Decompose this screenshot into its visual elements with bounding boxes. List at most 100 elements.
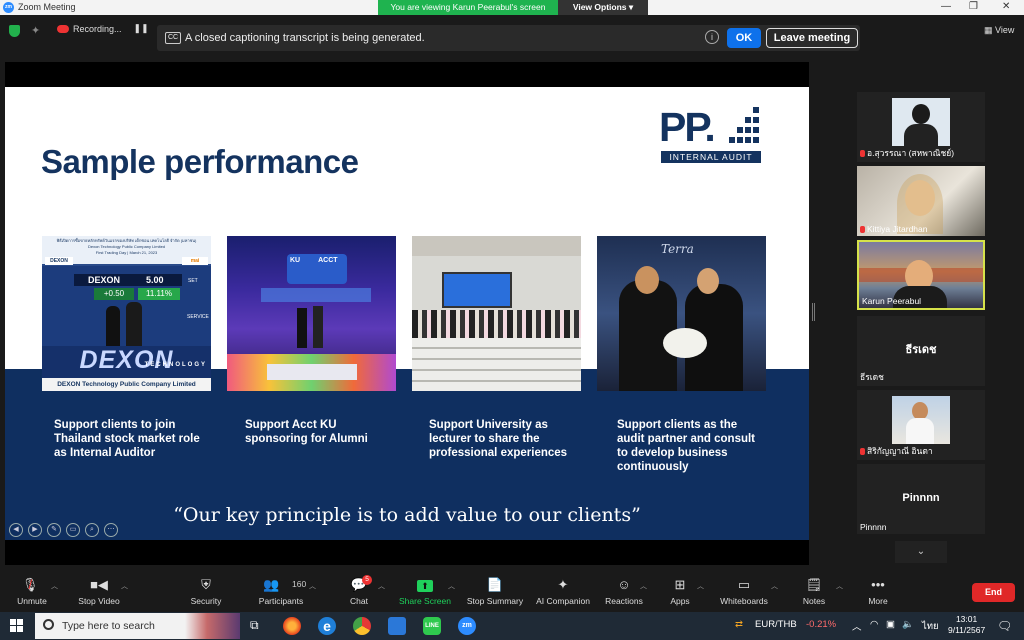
active-speaker-tile[interactable]: Karun Peerabul — [857, 240, 985, 310]
pause-recording-icon[interactable]: ❚❚ — [134, 23, 149, 34]
input-language[interactable]: ไทย — [922, 619, 939, 634]
currency-pair[interactable]: EUR/THB — [755, 619, 797, 630]
grid-view-icon: ▦ — [984, 25, 993, 35]
notes-icon: 🗒 — [805, 577, 823, 592]
maximize-button[interactable]: ❐ — [969, 1, 978, 12]
network-icon[interactable]: ▣ — [886, 619, 895, 630]
service-label: SERVICE — [187, 314, 209, 320]
person-figure — [106, 306, 120, 346]
participant-name-text: Pinnnn — [860, 522, 887, 532]
slides-icon[interactable]: ▭ — [66, 523, 80, 537]
participant-name: อ.สุวรรณา (สหพาณิชย์) — [860, 146, 954, 160]
slide-quote: “Our key principle is to add value to ou… — [173, 504, 641, 526]
minimize-button[interactable]: — — [941, 1, 951, 12]
person-figure — [126, 302, 142, 346]
stage-skirt — [267, 364, 357, 380]
previous-slide-icon[interactable]: ◀ — [9, 523, 23, 537]
logo-square — [737, 137, 743, 143]
notes-label: Notes — [802, 596, 826, 606]
panel-splitter-handle[interactable] — [812, 303, 815, 321]
notes-options-caret[interactable]: ︿ — [836, 581, 843, 591]
participant-name-text: ธีรเดช — [860, 372, 884, 382]
participants-options-caret[interactable]: ︿ — [309, 581, 316, 591]
muted-mic-icon — [860, 149, 865, 157]
zoom-logo-icon: zm — [3, 2, 14, 13]
participant-name-text: Kittiya Jitardhan — [867, 224, 928, 234]
end-meeting-button[interactable]: End — [972, 583, 1015, 602]
show-hidden-icons[interactable]: ︿ — [852, 619, 862, 633]
stop-summary-label: Stop Summary — [466, 596, 524, 606]
leave-meeting-button[interactable]: Leave meeting — [766, 28, 858, 48]
firefox-icon[interactable] — [283, 617, 301, 635]
apps-options-caret[interactable]: ︿ — [697, 581, 704, 591]
participant-tile[interactable]: ธีรเดช ธีรเดช — [857, 316, 985, 386]
view-options-button[interactable]: View Options ▾ — [558, 0, 648, 15]
stop-video-button[interactable]: ■◀ Stop Video — [76, 578, 122, 607]
security-label: Security — [190, 596, 222, 606]
whiteboards-button[interactable]: ▭ Whiteboards — [718, 578, 770, 607]
zoom-icon[interactable]: ⌕ — [85, 523, 99, 537]
next-slide-icon[interactable]: ▶ — [28, 523, 42, 537]
stop-summary-button[interactable]: 📄 Stop Summary — [465, 578, 525, 607]
more-options-icon[interactable]: ⋯ — [104, 523, 118, 537]
security-button[interactable]: ⛨ Security — [188, 578, 224, 607]
apps-icon: ⊞ — [674, 577, 686, 592]
projector-screen — [442, 272, 512, 308]
participant-tile[interactable]: Pinnnn Pinnnn — [857, 464, 985, 534]
participants-label: Participants — [258, 596, 304, 606]
search-highlight-image — [185, 613, 240, 639]
scroll-participants-down-button[interactable]: ⌄ — [895, 541, 947, 563]
photo-classroom — [412, 236, 581, 391]
closed-caption-icon: CC — [165, 32, 182, 44]
share-screen-button[interactable]: ⬆ Share Screen — [399, 578, 451, 606]
notifications-icon[interactable]: 🗨 — [997, 619, 1012, 633]
mail-icon[interactable] — [388, 617, 406, 635]
line-app-icon[interactable]: LINE — [423, 617, 441, 635]
participant-name: ธีรเดช — [860, 370, 884, 384]
wifi-icon[interactable]: ◠ — [870, 619, 878, 630]
ceiling — [412, 236, 581, 256]
task-view-icon[interactable]: ⧉ — [250, 618, 259, 633]
person-figure — [313, 306, 323, 348]
more-button[interactable]: ••• More — [866, 578, 890, 607]
chat-options-caret[interactable]: ︿ — [378, 581, 385, 591]
ok-button[interactable]: OK — [727, 28, 761, 48]
whiteboards-options-caret[interactable]: ︿ — [771, 581, 778, 591]
participant-name-text: Karun Peerabul — [862, 296, 922, 306]
stock-screen: DEXON 5.00 +0.50 11.11% SET SERVICE — [42, 266, 211, 346]
system-clock[interactable]: 13:01 9/11/2567 — [948, 614, 985, 636]
security-shield-icon[interactable] — [9, 25, 20, 37]
reactions-button[interactable]: ☺ Reactions — [604, 578, 644, 607]
participant-tile[interactable]: อ.สุวรรณา (สหพาณิชย์) — [857, 92, 985, 162]
taskbar-search-box[interactable]: Type here to search — [35, 613, 240, 639]
edge-legacy-icon[interactable]: e — [318, 617, 336, 635]
view-button[interactable]: ▦ View — [984, 25, 1014, 36]
windows-start-icon[interactable] — [10, 619, 23, 632]
caption-3: Support University as lecturer to share … — [429, 419, 568, 459]
participant-head — [912, 104, 930, 124]
ai-companion-button[interactable]: ✦ AI Companion — [535, 578, 591, 607]
share-options-caret[interactable]: ︿ — [448, 581, 455, 591]
chrome-icon[interactable] — [353, 617, 371, 635]
participant-tile[interactable]: Kittiya Jitardhan — [857, 166, 985, 236]
pen-icon[interactable]: ✎ — [47, 523, 61, 537]
currency-widget-icon[interactable]: ⇄ — [735, 619, 743, 630]
volume-icon[interactable]: 🔈 — [902, 619, 914, 630]
audio-options-caret[interactable]: ︿ — [51, 581, 58, 591]
participant-tile[interactable]: สิริกัญญาณี อินตา — [857, 390, 985, 460]
ai-sparkle-icon[interactable]: ✦ — [31, 24, 40, 37]
apps-button[interactable]: ⊞ Apps — [668, 577, 692, 607]
muted-mic-icon — [860, 447, 865, 455]
close-button[interactable]: ✕ — [1002, 1, 1010, 12]
presentation-slide: Sample performance PP. INTERNAL AUDIT พิ… — [5, 87, 809, 540]
video-options-caret[interactable]: ︿ — [121, 581, 128, 591]
zoom-app-icon[interactable]: zm — [458, 617, 476, 635]
notes-button[interactable]: 🗒 Notes — [802, 577, 826, 607]
unmute-button[interactable]: 🎙/ Unmute — [14, 578, 50, 607]
reactions-options-caret[interactable]: ︿ — [640, 581, 647, 591]
caption-notice-bar: CC A closed captioning transcript is bei… — [157, 25, 860, 51]
person-face — [697, 268, 719, 294]
recording-label: Recording... — [73, 23, 122, 34]
info-icon[interactable]: i — [705, 30, 719, 44]
recording-indicator[interactable]: Recording... ❚❚ — [57, 23, 167, 34]
